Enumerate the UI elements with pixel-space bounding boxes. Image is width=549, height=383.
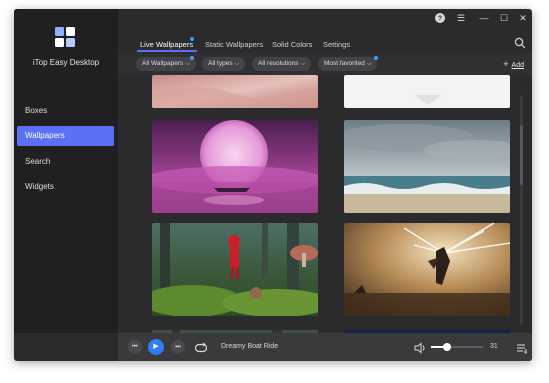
chevron-down-icon: ⌵ xyxy=(300,61,306,67)
sidebar-item-search[interactable]: Search xyxy=(17,152,114,172)
app-logo-icon xyxy=(54,26,76,48)
app-window: iTop Easy Desktop Boxes Wallpapers Searc… xyxy=(14,9,532,361)
filter-most-favorited[interactable]: Most favorited ⌵ xyxy=(318,57,378,71)
loop-icon[interactable] xyxy=(194,341,208,353)
tab-solid-colors[interactable]: Solid Colors xyxy=(272,37,312,53)
wallpaper-thumbnail[interactable] xyxy=(344,75,510,108)
active-tab-indicator xyxy=(137,50,197,52)
sidebar-item-widgets[interactable]: Widgets xyxy=(17,177,114,197)
play-button[interactable]: ▶ xyxy=(148,339,164,355)
new-indicator-dot xyxy=(190,56,194,60)
filter-all-types[interactable]: All types ⌵ xyxy=(202,57,246,71)
menu-button[interactable]: ☰ xyxy=(455,12,467,24)
sidebar: iTop Easy Desktop Boxes Wallpapers Searc… xyxy=(14,9,118,333)
volume-slider-knob[interactable] xyxy=(443,343,452,351)
filter-all-resolutions[interactable]: All resolutions ⌵ xyxy=(252,57,312,71)
filter-label: All resolutions xyxy=(258,60,299,67)
new-indicator-dot xyxy=(190,37,194,41)
wallpaper-grid xyxy=(118,75,532,333)
tab-static-wallpapers[interactable]: Static Wallpapers xyxy=(205,37,263,53)
wallpaper-thumbnail[interactable] xyxy=(344,120,510,213)
filter-all-wallpapers[interactable]: All Wallpapers ⌵ xyxy=(136,57,196,71)
maximize-button[interactable]: ☐ xyxy=(498,12,510,24)
close-button[interactable]: ✕ xyxy=(517,12,529,24)
add-label: Add xyxy=(511,62,524,69)
help-button[interactable]: ? xyxy=(434,12,446,24)
wallpaper-thumbnail[interactable] xyxy=(152,120,318,213)
filter-bar: All Wallpapers ⌵ All types ⌵ All resolutio… xyxy=(118,53,532,75)
search-icon[interactable] xyxy=(514,36,526,49)
chevron-down-icon: ⌵ xyxy=(185,61,190,67)
scrollbar[interactable] xyxy=(520,95,523,325)
filter-label: Most favorited xyxy=(324,60,365,67)
wallpaper-thumbnail[interactable] xyxy=(152,223,318,316)
new-indicator-dot xyxy=(374,56,378,60)
track-title: Dreamy Boat Ride xyxy=(221,343,279,350)
filter-label: All types xyxy=(208,60,233,67)
wallpaper-thumbnail[interactable] xyxy=(344,223,510,316)
add-button[interactable]: + Add xyxy=(503,57,524,71)
filter-label: All Wallpapers xyxy=(142,60,184,67)
player-bar: ⏮ ▶ ⏭ Dreamy Boat Ride 31 xyxy=(118,333,532,361)
plus-icon: + xyxy=(503,59,509,69)
tab-settings[interactable]: Settings xyxy=(323,37,350,53)
sidebar-item-boxes[interactable]: Boxes xyxy=(17,101,114,121)
app-name: iTop Easy Desktop xyxy=(32,58,100,67)
playlist-icon[interactable] xyxy=(516,341,528,354)
volume-value: 31 xyxy=(490,343,498,350)
wallpaper-thumbnail[interactable] xyxy=(152,75,318,108)
chevron-down-icon: ⌵ xyxy=(234,61,240,67)
minimize-button[interactable]: — xyxy=(478,12,490,24)
chevron-down-icon: ⌵ xyxy=(366,61,372,67)
volume-slider[interactable] xyxy=(431,343,483,351)
next-track-button[interactable]: ⏭ xyxy=(171,340,185,354)
sidebar-item-wallpapers[interactable]: Wallpapers xyxy=(17,126,114,146)
previous-track-button[interactable]: ⏮ xyxy=(128,340,142,354)
svg-text:?: ? xyxy=(438,16,442,23)
volume-icon[interactable] xyxy=(414,341,426,354)
